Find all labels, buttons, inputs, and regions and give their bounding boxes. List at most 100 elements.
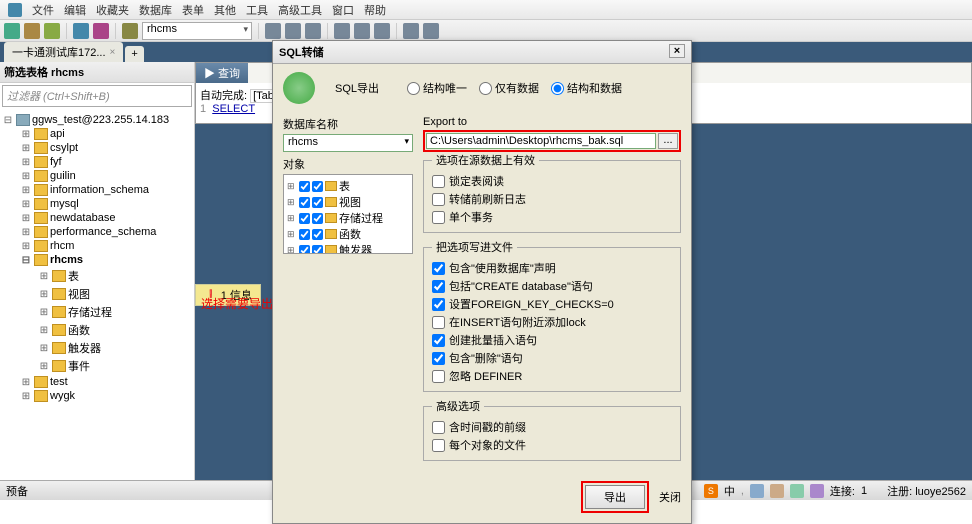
advanced-options-group: 高级选项 含时间戳的前缀 每个对象的文件 bbox=[423, 398, 681, 461]
tree-child[interactable]: ⊞事件 bbox=[38, 357, 192, 375]
status-icon-1[interactable] bbox=[750, 484, 764, 498]
dbname-combo[interactable]: rhcms bbox=[283, 134, 413, 152]
dialog-title-text: SQL转储 bbox=[279, 44, 324, 60]
db-icon[interactable] bbox=[122, 23, 138, 39]
chk-insert-lock[interactable]: 在INSERT语句附近添加lock bbox=[432, 313, 672, 331]
registration: 注册: luoye2562 bbox=[887, 483, 966, 499]
tree-child[interactable]: ⊞表 bbox=[38, 267, 192, 285]
export-path-highlight: ... bbox=[423, 130, 681, 152]
objtree-item[interactable]: ⊞触发器 bbox=[287, 242, 409, 254]
tree-db[interactable]: ⊞information_schema bbox=[20, 183, 192, 197]
tree-db[interactable]: ⊞mysql bbox=[20, 197, 192, 211]
tool-icon-3[interactable] bbox=[305, 23, 321, 39]
chk-fk-checks[interactable]: 设置FOREIGN_KEY_CHECKS=0 bbox=[432, 295, 672, 313]
tree-child[interactable]: ⊞函数 bbox=[38, 321, 192, 339]
objects-tree[interactable]: ⊞表⊞视图⊞存储过程⊞函数⊞触发器⊞事件 bbox=[283, 174, 413, 254]
export-path-input[interactable] bbox=[426, 133, 656, 149]
tree-root[interactable]: ⊟ggws_test@223.255.14.183 bbox=[2, 113, 192, 127]
tree-db[interactable]: ⊞newdatabase bbox=[20, 211, 192, 225]
tree-db[interactable]: ⊞test bbox=[20, 375, 192, 389]
tree-child[interactable]: ⊞存储过程 bbox=[38, 303, 192, 321]
menu-table[interactable]: 表单 bbox=[182, 2, 204, 18]
tree-db[interactable]: ⊞api bbox=[20, 127, 192, 141]
browse-button[interactable]: ... bbox=[658, 133, 678, 149]
query-tab[interactable]: ▶ 查询 bbox=[196, 63, 248, 83]
conn-label: 连接: bbox=[830, 483, 855, 499]
radio-both[interactable]: 结构和数据 bbox=[551, 80, 622, 96]
chk-create-db[interactable]: 包括"CREATE database"语句 bbox=[432, 277, 672, 295]
app-icon bbox=[8, 3, 22, 17]
object-tree: ⊟ggws_test@223.255.14.183 ⊞api⊞csylpt⊞fy… bbox=[0, 109, 194, 482]
execute-icon[interactable] bbox=[44, 23, 60, 39]
chk-use-db[interactable]: 包含"使用数据库"声明 bbox=[432, 259, 672, 277]
export-icon bbox=[283, 72, 315, 104]
tree-db[interactable]: ⊞wygk bbox=[20, 389, 192, 403]
database-selector[interactable]: rhcms bbox=[142, 22, 252, 40]
tool-icon-2[interactable] bbox=[285, 23, 301, 39]
chk-drop[interactable]: 包含"删除"语句 bbox=[432, 349, 672, 367]
objtree-item[interactable]: ⊞表 bbox=[287, 178, 409, 194]
tree-db[interactable]: ⊞guilin bbox=[20, 169, 192, 183]
export-label: SQL导出 bbox=[335, 80, 379, 96]
tool-icon-8[interactable] bbox=[423, 23, 439, 39]
tool-icon-4[interactable] bbox=[334, 23, 350, 39]
menu-advtools[interactable]: 高级工具 bbox=[278, 2, 322, 18]
objtree-item[interactable]: ⊞视图 bbox=[287, 194, 409, 210]
status-icon-4[interactable] bbox=[810, 484, 824, 498]
tree-child[interactable]: ⊞触发器 bbox=[38, 339, 192, 357]
chk-single-tx[interactable]: 单个事务 bbox=[432, 208, 672, 226]
tree-child[interactable]: ⊞视图 bbox=[38, 285, 192, 303]
tool-icon-7[interactable] bbox=[403, 23, 419, 39]
menu-edit[interactable]: 编辑 bbox=[64, 2, 86, 18]
exportto-label: Export to bbox=[423, 116, 681, 128]
chk-ignore-definer[interactable]: 忽略 DEFINER bbox=[432, 367, 672, 385]
new-tab-button[interactable]: + bbox=[125, 46, 143, 62]
objtree-item[interactable]: ⊞存储过程 bbox=[287, 210, 409, 226]
export-button[interactable]: 导出 bbox=[585, 485, 645, 509]
objtree-item[interactable]: ⊞函数 bbox=[287, 226, 409, 242]
status-icon-2[interactable] bbox=[770, 484, 784, 498]
menu-others[interactable]: 其他 bbox=[214, 2, 236, 18]
filter-input[interactable]: 过滤器 (Ctrl+Shift+B) bbox=[2, 85, 192, 107]
radio-data-only[interactable]: 仅有数据 bbox=[479, 80, 539, 96]
status-icon-3[interactable] bbox=[790, 484, 804, 498]
tool-icon-1[interactable] bbox=[265, 23, 281, 39]
toolbar: rhcms bbox=[0, 20, 972, 42]
tree-db-current[interactable]: ⊟rhcms bbox=[20, 253, 192, 267]
dbname-label: 数据库名称 bbox=[283, 116, 413, 132]
menu-window[interactable]: 窗口 bbox=[332, 2, 354, 18]
chk-flush-logs[interactable]: 转储前刷新日志 bbox=[432, 190, 672, 208]
sidebar: 筛选表格 rhcms 过滤器 (Ctrl+Shift+B) ⊟ggws_test… bbox=[0, 62, 195, 482]
radio-structure-only[interactable]: 结构唯一 bbox=[407, 80, 467, 96]
group1-legend: 选项在源数据上有效 bbox=[432, 152, 539, 168]
tree-db[interactable]: ⊞csylpt bbox=[20, 141, 192, 155]
chk-timestamp-prefix[interactable]: 含时间戳的前缀 bbox=[432, 418, 672, 436]
menu-favorites[interactable]: 收藏夹 bbox=[96, 2, 129, 18]
tool-icon-5[interactable] bbox=[354, 23, 370, 39]
tree-db[interactable]: ⊞rhcm bbox=[20, 239, 192, 253]
menubar: 文件 编辑 收藏夹 数据库 表单 其他 工具 高级工具 窗口 帮助 bbox=[0, 0, 972, 20]
chk-file-per-object[interactable]: 每个对象的文件 bbox=[432, 436, 672, 454]
tree-db[interactable]: ⊞performance_schema bbox=[20, 225, 192, 239]
close-tab-icon[interactable]: × bbox=[110, 47, 116, 58]
chk-lock-tables[interactable]: 锁定表阅读 bbox=[432, 172, 672, 190]
menu-help[interactable]: 帮助 bbox=[364, 2, 386, 18]
chk-bulk-insert[interactable]: 创建批量插入语句 bbox=[432, 331, 672, 349]
menu-file[interactable]: 文件 bbox=[32, 2, 54, 18]
tree-db[interactable]: ⊞fyf bbox=[20, 155, 192, 169]
objects-label: 对象 bbox=[283, 156, 413, 172]
close-button[interactable]: 关闭 bbox=[659, 489, 681, 505]
ime-label: 中 bbox=[724, 483, 735, 499]
dialog-titlebar[interactable]: SQL转储 × bbox=[273, 41, 691, 64]
new-connection-icon[interactable] bbox=[4, 23, 20, 39]
save-icon[interactable] bbox=[93, 23, 109, 39]
dialog-close-button[interactable]: × bbox=[669, 44, 685, 58]
refresh-icon[interactable] bbox=[73, 23, 89, 39]
ime-icon[interactable]: S bbox=[704, 484, 718, 498]
status-ready: 预备 bbox=[6, 483, 28, 499]
menu-database[interactable]: 数据库 bbox=[139, 2, 172, 18]
new-query-icon[interactable] bbox=[24, 23, 40, 39]
menu-tools[interactable]: 工具 bbox=[246, 2, 268, 18]
tool-icon-6[interactable] bbox=[374, 23, 390, 39]
connection-tab[interactable]: 一卡通测试库172...× bbox=[4, 42, 123, 62]
